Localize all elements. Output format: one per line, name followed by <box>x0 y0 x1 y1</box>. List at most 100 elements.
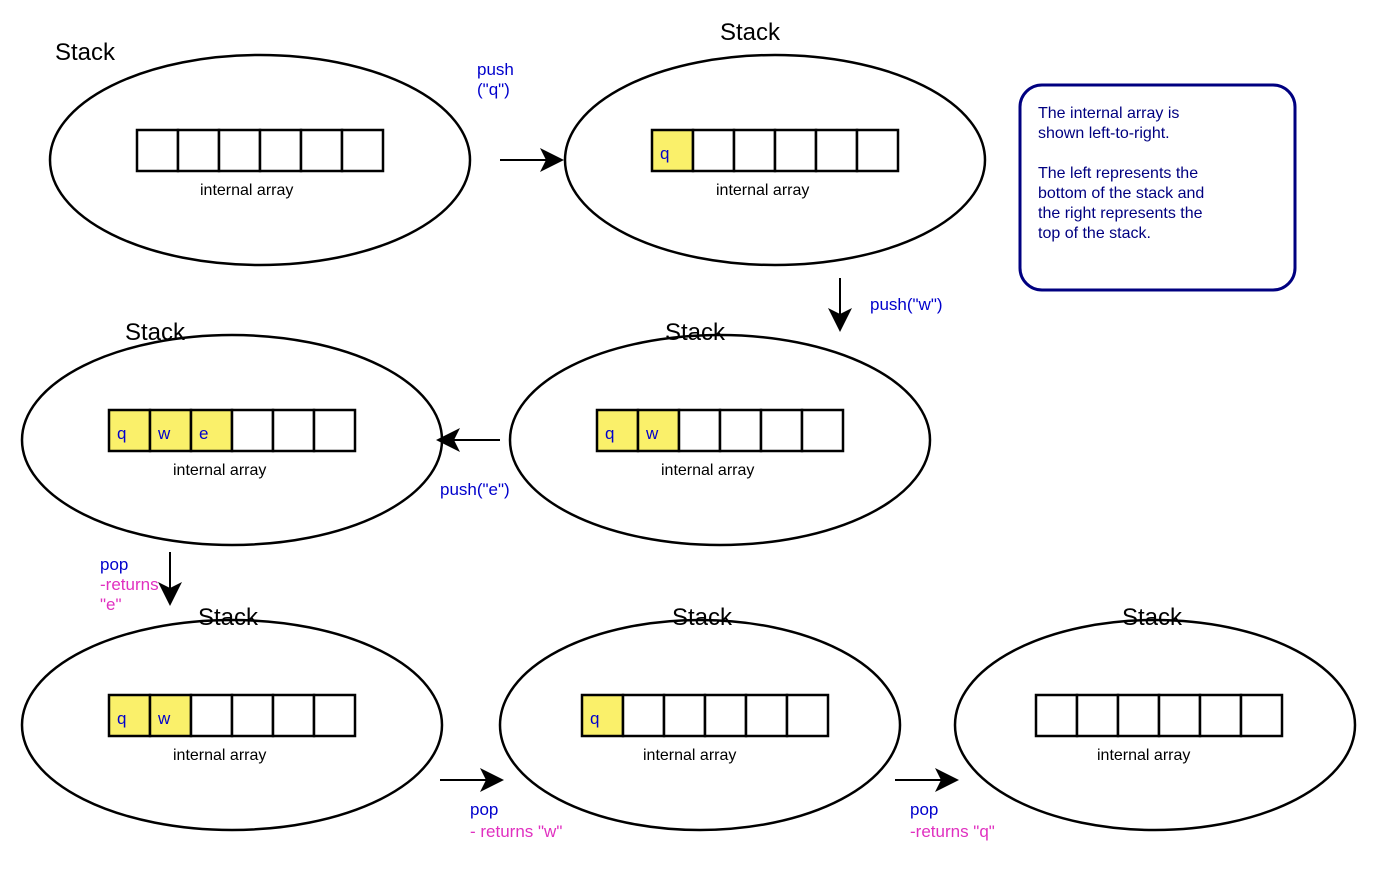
stack-title: Stack <box>55 39 116 66</box>
array-caption: internal array <box>200 182 293 199</box>
array-cell-empty <box>802 410 843 451</box>
array-cell-empty <box>219 130 260 171</box>
array-cell-empty <box>761 410 802 451</box>
array-s1 <box>137 130 383 171</box>
arrow-push-q: push ("q") <box>477 60 560 160</box>
stack-state-7: Stack internal array <box>955 604 1355 830</box>
arrow-pop-w: pop - returns "w" <box>440 780 562 841</box>
stack-title: Stack <box>720 19 781 46</box>
array-cell-empty <box>137 130 178 171</box>
array-cell-filled <box>109 695 150 736</box>
array-cell-value: q <box>605 424 614 443</box>
array-cell-empty <box>746 695 787 736</box>
array-cell-empty <box>1077 695 1118 736</box>
array-cell-value: e <box>199 424 208 443</box>
return-label: - returns "w" <box>470 822 562 841</box>
array-cell-filled <box>652 130 693 171</box>
return-label: -returns <box>100 575 159 594</box>
array-caption: internal array <box>661 462 754 479</box>
array-cell-empty <box>191 695 232 736</box>
array-cell-empty <box>232 695 273 736</box>
op-label: pop <box>470 800 498 819</box>
array-cell-empty <box>273 410 314 451</box>
array-cell-value: q <box>117 709 126 728</box>
array-cell-value: w <box>645 424 659 443</box>
stack-diagram: Stack internal array push ("q") Stack q … <box>0 0 1386 876</box>
array-caption: internal array <box>716 182 809 199</box>
array-s5: qw <box>109 695 355 736</box>
array-cell-value: q <box>117 424 126 443</box>
return-label-2: "e" <box>100 595 122 614</box>
note-line: top of the stack. <box>1038 225 1151 242</box>
array-cell-empty <box>232 410 273 451</box>
array-cell-empty <box>1159 695 1200 736</box>
array-caption: internal array <box>1097 747 1190 764</box>
array-cell-empty <box>1036 695 1077 736</box>
array-cell-filled <box>109 410 150 451</box>
stack-title: Stack <box>665 319 726 346</box>
array-cell-empty <box>775 130 816 171</box>
array-cell-filled <box>191 410 232 451</box>
array-cell-empty <box>342 130 383 171</box>
stack-title: Stack <box>198 604 259 631</box>
array-cell-empty <box>314 695 355 736</box>
array-cell-empty <box>301 130 342 171</box>
note-line: the right represents the <box>1038 205 1203 222</box>
array-cell-filled <box>638 410 679 451</box>
array-cell-filled <box>150 695 191 736</box>
array-cell-empty <box>178 130 219 171</box>
stack-state-6: Stack q internal array <box>500 604 900 830</box>
array-cell-value: q <box>590 709 599 728</box>
arrow-pop-q: pop -returns "q" <box>895 780 995 841</box>
return-label: -returns "q" <box>910 822 995 841</box>
array-cell-filled <box>597 410 638 451</box>
array-cell-empty <box>314 410 355 451</box>
array-cell-empty <box>734 130 775 171</box>
op-label-2: ("q") <box>477 80 510 99</box>
stack-title: Stack <box>1122 604 1183 631</box>
array-cell-empty <box>623 695 664 736</box>
array-cell-value: w <box>157 709 171 728</box>
stack-state-4: Stack qwe internal array <box>22 319 442 545</box>
array-cell-empty <box>1241 695 1282 736</box>
stack-state-3: Stack qw internal array <box>510 319 930 545</box>
note-line: bottom of the stack and <box>1038 185 1204 202</box>
arrow-push-w: push("w") <box>840 278 943 328</box>
note-box: The internal array is shown left-to-righ… <box>1020 85 1295 290</box>
stack-state-1: Stack internal array <box>50 39 470 265</box>
array-cell-value: w <box>157 424 171 443</box>
array-caption: internal array <box>643 747 736 764</box>
array-cell-empty <box>693 130 734 171</box>
stack-title: Stack <box>672 604 733 631</box>
array-cell-empty <box>857 130 898 171</box>
array-cell-empty <box>1118 695 1159 736</box>
array-cell-empty <box>1200 695 1241 736</box>
array-cell-empty <box>260 130 301 171</box>
array-cell-empty <box>273 695 314 736</box>
array-s4: qwe <box>109 410 355 451</box>
note-line: The internal array is <box>1038 105 1179 122</box>
array-cell-empty <box>705 695 746 736</box>
array-cell-empty <box>816 130 857 171</box>
array-cell-empty <box>787 695 828 736</box>
array-s3: qw <box>597 410 843 451</box>
array-caption: internal array <box>173 462 266 479</box>
stack-state-5: Stack qw internal array <box>22 604 442 830</box>
array-s7 <box>1036 695 1282 736</box>
array-cell-empty <box>664 695 705 736</box>
array-cell-empty <box>679 410 720 451</box>
note-line: shown left-to-right. <box>1038 125 1170 142</box>
array-cell-value: q <box>660 144 669 163</box>
op-label: pop <box>910 800 938 819</box>
array-cell-filled <box>150 410 191 451</box>
array-cell-filled <box>582 695 623 736</box>
array-cell-empty <box>720 410 761 451</box>
op-label: push("w") <box>870 295 943 314</box>
array-caption: internal array <box>173 747 266 764</box>
note-line: The left represents the <box>1038 165 1198 182</box>
stack-state-2: Stack q internal array <box>565 19 985 265</box>
op-label: push("e") <box>440 480 510 499</box>
op-label: pop <box>100 555 128 574</box>
array-s2: q <box>652 130 898 171</box>
arrow-pop-e: pop -returns "e" <box>100 552 170 614</box>
